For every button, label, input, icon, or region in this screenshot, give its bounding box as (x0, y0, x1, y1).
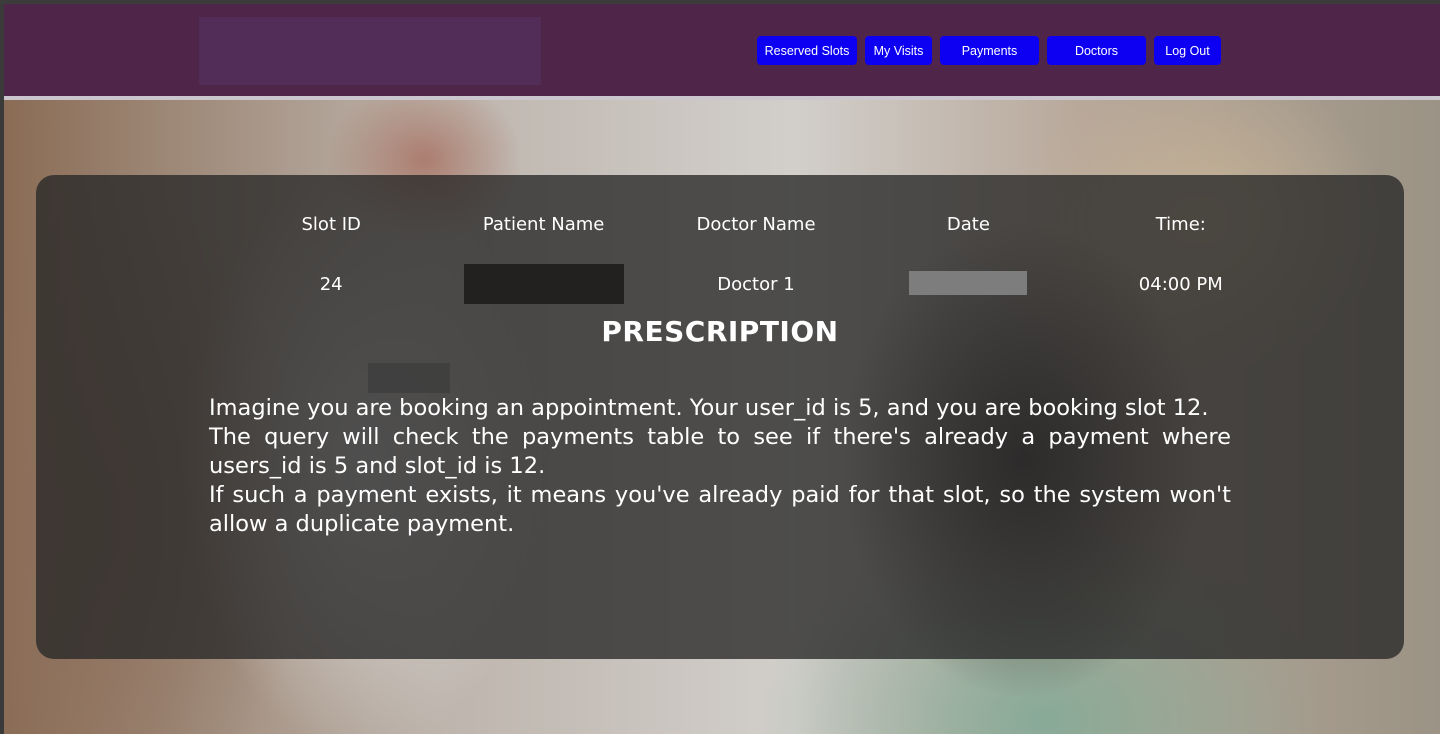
header-date: Date (946, 214, 990, 235)
prescription-text: Imagine you are booking an appointment. … (209, 394, 1231, 539)
prescription-title: PRESCRIPTION (601, 315, 839, 348)
header-time: Time: (1155, 214, 1206, 235)
nav-button-reserved-slots[interactable]: Reserved Slots (757, 36, 857, 65)
header-doctor-name: Doctor Name (696, 214, 816, 235)
prescription-line: Imagine you are booking an appointment. … (209, 395, 1209, 421)
prescription-line: The query will check the payments table … (209, 424, 1231, 479)
cell-time: 04:00 PM (1138, 274, 1223, 295)
table-row: 24 Doctor 1 04:00 PM (225, 264, 1287, 304)
header-slot-id: Slot ID (301, 214, 361, 235)
header-patient-name: Patient Name (482, 214, 605, 235)
visit-detail-card: Slot ID Patient Name Doctor Name Date Ti… (36, 175, 1404, 659)
redacted-block (368, 363, 450, 393)
nav-button-my-visits[interactable]: My Visits (865, 36, 932, 65)
cell-doctor-name: Doctor 1 (717, 274, 795, 295)
cell-date (862, 271, 1074, 304)
cell-patient-name (437, 264, 649, 304)
nav-buttons: Reserved Slots My Visits Payments Doctor… (757, 36, 1221, 65)
cell-slot-id: 24 (319, 274, 343, 295)
nav-button-payments[interactable]: Payments (940, 36, 1039, 65)
nav-button-doctors[interactable]: Doctors (1047, 36, 1146, 65)
logo-placeholder (199, 17, 541, 85)
redacted-patient-name (463, 264, 624, 304)
nav-button-log-out[interactable]: Log Out (1154, 36, 1221, 65)
redacted-date (909, 271, 1028, 295)
table-header-row: Slot ID Patient Name Doctor Name Date Ti… (225, 214, 1287, 235)
prescription-line: If such a payment exists, it means you'v… (209, 482, 1231, 537)
